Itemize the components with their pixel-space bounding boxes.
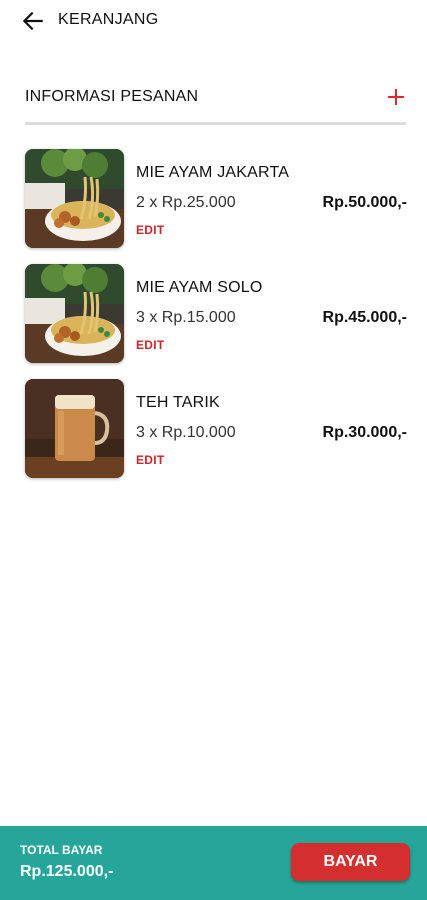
item-quantity-price: 3 x Rp.10.000 — [136, 424, 236, 441]
checkout-footer: TOTAL BAYAR Rp.125.000,- BAYAR — [0, 826, 427, 900]
item-subtotal: Rp.30.000,- — [322, 424, 407, 441]
plus-icon — [388, 89, 404, 105]
arrow-left-icon — [22, 11, 43, 31]
item-subtotal: Rp.50.000,- — [322, 194, 407, 211]
item-quantity-price: 2 x Rp.25.000 — [136, 194, 236, 211]
item-name: TEH TARIK — [136, 394, 220, 411]
edit-item-button[interactable]: EDIT — [136, 223, 165, 237]
divider — [25, 122, 406, 125]
add-item-button[interactable] — [385, 86, 407, 108]
page-title: KERANJANG — [58, 11, 159, 28]
top-bar: KERANJANG — [0, 0, 427, 42]
teh-tarik-photo — [25, 379, 124, 478]
order-info-header: INFORMASI PESANAN — [25, 86, 407, 112]
item-quantity-price: 3 x Rp.15.000 — [136, 309, 236, 326]
pay-button[interactable]: BAYAR — [291, 843, 410, 881]
cart-item: TEH TARIK 3 x Rp.10.000 Rp.30.000,- EDIT — [25, 379, 407, 479]
back-button[interactable] — [20, 8, 46, 34]
cart-item: MIE AYAM SOLO 3 x Rp.15.000 Rp.45.000,- … — [25, 264, 407, 364]
mie-ayam-photo — [25, 149, 124, 248]
item-subtotal: Rp.45.000,- — [322, 309, 407, 326]
mie-ayam-photo — [25, 264, 124, 363]
cart-item: MIE AYAM JAKARTA 2 x Rp.25.000 Rp.50.000… — [25, 149, 407, 249]
edit-item-button[interactable]: EDIT — [136, 338, 165, 352]
edit-item-button[interactable]: EDIT — [136, 453, 165, 467]
total-label: TOTAL BAYAR — [20, 843, 103, 857]
section-title: INFORMASI PESANAN — [25, 88, 199, 105]
total-value: Rp.125.000,- — [20, 863, 114, 880]
item-name: MIE AYAM JAKARTA — [136, 164, 290, 181]
item-name: MIE AYAM SOLO — [136, 279, 263, 296]
